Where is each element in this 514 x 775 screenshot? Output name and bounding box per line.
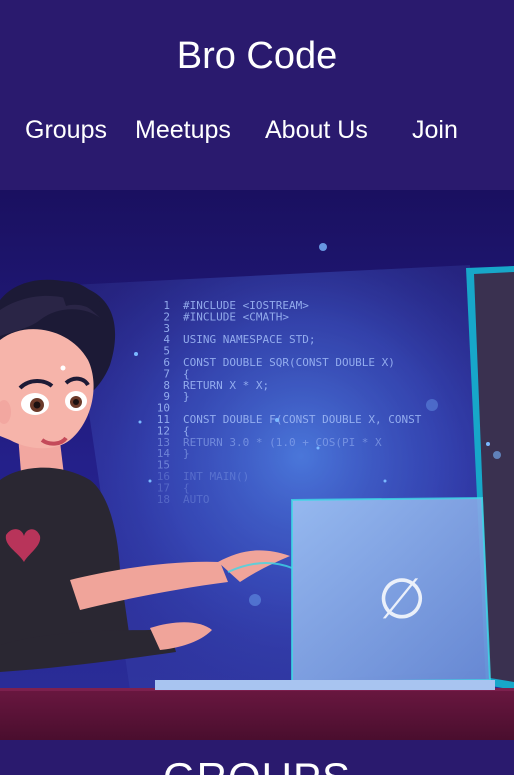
groups-section: GROUPS — [0, 740, 514, 775]
code-line-text: #INCLUDE <CMATH> — [183, 310, 289, 323]
code-line-text: } — [183, 447, 190, 460]
hero-svg: 1 #INCLUDE <IOSTREAM>2 #INCLUDE <CMATH>34 U… — [0, 190, 514, 740]
code-line-text: AUTO — [183, 493, 210, 506]
code-line-text: RETURN 3.0 * (1.0 + COS(PI * X — [183, 436, 382, 449]
code-line-text: USING NAMESPACE STD; — [183, 333, 315, 346]
nav-link-groups[interactable]: Groups — [25, 114, 107, 146]
desk — [0, 688, 514, 740]
laptop-base — [155, 680, 495, 690]
nav-link-join[interactable]: Join — [412, 114, 458, 146]
nav-link-about-us[interactable]: About Us — [265, 114, 368, 146]
code-line-text: INT MAIN() — [183, 470, 249, 483]
code-line-text: CONST DOUBLE F(CONST DOUBLE X, CONST — [183, 413, 422, 426]
code-line-number: 18 — [157, 493, 170, 506]
code-line-text: RETURN X * X; — [183, 379, 269, 392]
nav-link-meetups[interactable]: Meetups — [135, 114, 231, 146]
code-line-text: } — [183, 390, 190, 403]
code-line-text: CONST DOUBLE SQR(CONST DOUBLE X) — [183, 356, 395, 369]
laptop-logo: ∅ — [378, 567, 427, 632]
site-header: Bro Code Groups Meetups About Us Join — [0, 0, 514, 190]
hero-illustration: 1 #INCLUDE <IOSTREAM> 2 #INCLUDE <CMATH> 3 4 U… — [0, 190, 514, 740]
site-title[interactable]: Bro Code — [0, 33, 514, 79]
section-heading: GROUPS — [0, 756, 514, 775]
